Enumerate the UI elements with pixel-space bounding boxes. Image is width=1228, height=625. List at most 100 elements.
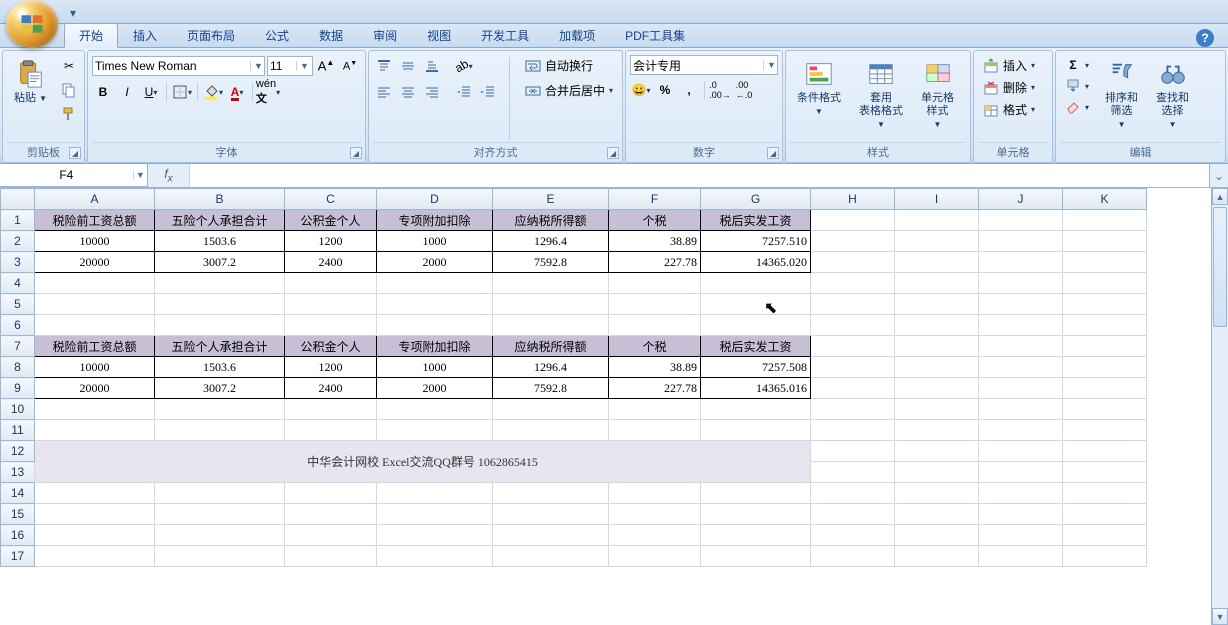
help-icon[interactable]: ? (1196, 29, 1214, 47)
table-header-cell[interactable]: 应纳税所得额 (493, 336, 609, 357)
data-cell[interactable]: 2400 (285, 378, 377, 399)
cell[interactable] (979, 294, 1063, 315)
column-header[interactable]: F (609, 189, 701, 210)
cell[interactable] (1063, 315, 1147, 336)
data-cell[interactable]: 1200 (285, 231, 377, 252)
row-header[interactable]: 13 (1, 462, 35, 483)
align-bottom-button[interactable] (421, 55, 443, 77)
cell[interactable] (979, 483, 1063, 504)
cell[interactable] (609, 504, 701, 525)
cell[interactable] (701, 525, 811, 546)
cell[interactable] (155, 483, 285, 504)
row-header[interactable]: 12 (1, 441, 35, 462)
row-header[interactable]: 8 (1, 357, 35, 378)
cell[interactable] (377, 525, 493, 546)
row-header[interactable]: 9 (1, 378, 35, 399)
data-cell[interactable]: 3007.2 (155, 378, 285, 399)
cell[interactable] (377, 315, 493, 336)
cell[interactable] (811, 357, 895, 378)
cell[interactable] (155, 525, 285, 546)
cell[interactable] (1063, 252, 1147, 273)
column-header[interactable]: J (979, 189, 1063, 210)
cell[interactable] (377, 399, 493, 420)
tab-view[interactable]: 视图 (412, 23, 466, 47)
cell[interactable] (35, 525, 155, 546)
sort-filter-button[interactable]: 排序和 筛选 ▼ (1098, 55, 1145, 132)
cell[interactable] (979, 399, 1063, 420)
table-header-cell[interactable]: 税险前工资总额 (35, 210, 155, 231)
format-cells-button[interactable]: 格式 ▾ (978, 99, 1040, 120)
align-left-button[interactable] (373, 81, 395, 103)
tab-developer[interactable]: 开发工具 (466, 23, 544, 47)
name-box-input[interactable] (0, 168, 133, 182)
fill-button[interactable]: ▾ (1060, 76, 1094, 96)
row-header[interactable]: 11 (1, 420, 35, 441)
cell[interactable] (895, 273, 979, 294)
cell[interactable] (979, 462, 1063, 483)
cell[interactable] (895, 462, 979, 483)
data-cell[interactable]: 14365.020 (701, 252, 811, 273)
cell[interactable] (895, 294, 979, 315)
cell[interactable] (701, 294, 811, 315)
border-button[interactable]: ▾ (171, 81, 193, 103)
cell[interactable] (377, 294, 493, 315)
column-header[interactable]: K (1063, 189, 1147, 210)
column-header[interactable]: G (701, 189, 811, 210)
cell[interactable] (1063, 357, 1147, 378)
fill-color-button[interactable]: ▾ (202, 81, 224, 103)
data-cell[interactable]: 1000 (377, 231, 493, 252)
row-header[interactable]: 6 (1, 315, 35, 336)
align-middle-button[interactable] (397, 55, 419, 77)
font-size-input[interactable] (270, 59, 296, 73)
cell[interactable] (493, 294, 609, 315)
cell[interactable] (979, 525, 1063, 546)
cell[interactable] (493, 546, 609, 567)
wrap-text-button[interactable]: 自动换行 (520, 55, 618, 76)
qat-dropdown[interactable]: ▾ (64, 4, 82, 22)
font-name-combo[interactable]: ▼ (92, 56, 265, 76)
cell[interactable] (701, 399, 811, 420)
cell[interactable] (811, 210, 895, 231)
format-painter-button[interactable] (58, 103, 80, 125)
data-cell[interactable]: 1000 (377, 357, 493, 378)
cell[interactable] (609, 483, 701, 504)
cell[interactable] (979, 231, 1063, 252)
cell[interactable] (493, 504, 609, 525)
find-select-button[interactable]: 查找和 选择 ▼ (1149, 55, 1196, 132)
data-cell[interactable]: 38.89 (609, 357, 701, 378)
cell[interactable] (377, 546, 493, 567)
data-cell[interactable]: 227.78 (609, 378, 701, 399)
cell[interactable] (1063, 420, 1147, 441)
accounting-format-button[interactable]: 😀▾ (630, 79, 652, 101)
italic-button[interactable]: I (116, 81, 138, 103)
fx-button[interactable]: fx (157, 164, 181, 187)
cell[interactable] (285, 273, 377, 294)
scroll-down-button[interactable]: ▼ (1212, 608, 1228, 625)
cell[interactable] (979, 441, 1063, 462)
cell[interactable] (1063, 294, 1147, 315)
cell[interactable] (979, 546, 1063, 567)
column-header[interactable]: D (377, 189, 493, 210)
worksheet-area[interactable]: ABCDEFGHIJK1税险前工资总额五险个人承担合计公积金个人专项附加扣除应纳… (0, 188, 1228, 625)
data-cell[interactable]: 3007.2 (155, 252, 285, 273)
bold-button[interactable]: B (92, 81, 114, 103)
cell[interactable] (35, 315, 155, 336)
cell[interactable] (701, 273, 811, 294)
cell[interactable] (493, 420, 609, 441)
decrease-indent-button[interactable] (453, 81, 475, 103)
align-right-button[interactable] (421, 81, 443, 103)
chevron-down-icon[interactable]: ▼ (763, 60, 775, 70)
tab-data[interactable]: 数据 (304, 23, 358, 47)
cut-button[interactable]: ✂ (58, 55, 80, 77)
cell[interactable] (285, 294, 377, 315)
cell[interactable] (979, 336, 1063, 357)
cell[interactable] (811, 483, 895, 504)
table-header-cell[interactable]: 五险个人承担合计 (155, 336, 285, 357)
banner-cell[interactable]: 中华会计网校 Excel交流QQ群号 1062865415 (35, 441, 811, 483)
cell[interactable] (155, 273, 285, 294)
cell[interactable] (609, 273, 701, 294)
tab-insert[interactable]: 插入 (118, 23, 172, 47)
cell[interactable] (895, 399, 979, 420)
conditional-format-button[interactable]: 条件格式▼ (790, 55, 848, 121)
chevron-down-icon[interactable]: ▼ (250, 61, 262, 71)
